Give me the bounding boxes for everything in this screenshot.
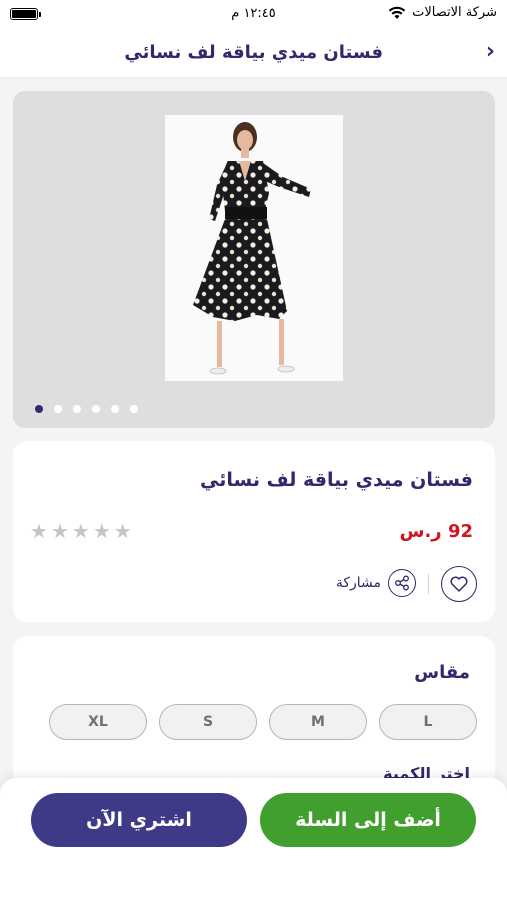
wifi-icon xyxy=(388,6,406,19)
size-section-label: مقاس xyxy=(414,662,470,683)
top-nav: › فستان ميدي بياقة لف نسائي xyxy=(0,28,507,78)
pagination-dot[interactable] xyxy=(73,405,81,413)
star-icon[interactable]: ★ xyxy=(93,519,111,543)
product-info-card: فستان ميدي بياقة لف نسائي 92 ر.س ★ ★ ★ ★ ★ م… xyxy=(13,441,495,622)
add-to-cart-button[interactable]: أضف إلى السلة xyxy=(260,793,476,847)
star-icon[interactable]: ★ xyxy=(51,519,69,543)
share-label[interactable]: مشاركة xyxy=(336,575,381,591)
product-image[interactable] xyxy=(165,115,343,381)
carrier-name: شركة الاتصالات xyxy=(412,5,497,20)
star-icon[interactable]: ★ xyxy=(114,519,132,543)
size-option[interactable]: XL xyxy=(49,704,147,740)
pagination-dot[interactable] xyxy=(35,405,43,413)
pagination-dot[interactable] xyxy=(54,405,62,413)
share-button[interactable] xyxy=(388,569,416,597)
dress-illustration xyxy=(193,122,311,375)
page-title: فستان ميدي بياقة لف نسائي xyxy=(124,42,383,63)
rating-stars[interactable]: ★ ★ ★ ★ ★ xyxy=(30,519,132,543)
gallery-pagination[interactable] xyxy=(35,405,138,413)
share-icon xyxy=(395,575,409,591)
back-chevron-icon[interactable]: › xyxy=(486,40,495,64)
heart-icon xyxy=(450,576,468,592)
star-icon[interactable]: ★ xyxy=(30,519,48,543)
pagination-dot[interactable] xyxy=(111,405,119,413)
product-gallery[interactable] xyxy=(13,91,495,428)
status-bar: ١٢:٤٥ م شركة الاتصالات xyxy=(0,0,507,28)
bottom-action-bar: أضف إلى السلة اشتري الآن xyxy=(0,778,507,900)
size-options: L M S XL xyxy=(49,704,477,740)
star-icon[interactable]: ★ xyxy=(72,519,90,543)
actions-divider xyxy=(428,574,429,594)
size-option[interactable]: M xyxy=(269,704,367,740)
product-title: فستان ميدي بياقة لف نسائي xyxy=(200,469,473,491)
product-actions: مشاركة xyxy=(317,566,477,602)
size-option[interactable]: L xyxy=(379,704,477,740)
pagination-dot[interactable] xyxy=(92,405,100,413)
carrier-info: شركة الاتصالات xyxy=(388,5,497,20)
product-price: 92 ر.س xyxy=(399,521,473,542)
pagination-dot[interactable] xyxy=(130,405,138,413)
buy-now-button[interactable]: اشتري الآن xyxy=(31,793,247,847)
favorite-button[interactable] xyxy=(441,566,477,602)
size-option[interactable]: S xyxy=(159,704,257,740)
